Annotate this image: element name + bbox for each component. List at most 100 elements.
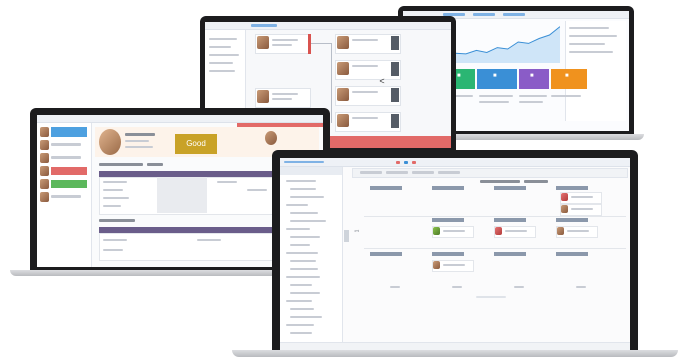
table-cell bbox=[247, 189, 267, 191]
tile-caption bbox=[551, 95, 581, 97]
tile-caption bbox=[519, 95, 547, 97]
column-header bbox=[432, 186, 464, 190]
tree-item[interactable] bbox=[286, 228, 310, 230]
sidebar-item[interactable] bbox=[209, 54, 239, 56]
avatar bbox=[40, 179, 49, 189]
org-card-name bbox=[272, 93, 298, 95]
dashboard-tile-orange[interactable]: ■ bbox=[551, 69, 587, 89]
table-cell bbox=[103, 205, 121, 207]
date-range-label bbox=[480, 180, 520, 183]
org-card-name bbox=[272, 39, 298, 41]
org-card-name bbox=[352, 117, 378, 119]
people-list-item[interactable] bbox=[51, 143, 81, 146]
dashboard-tile-purple[interactable]: ■ bbox=[519, 69, 549, 89]
profile-photo bbox=[99, 129, 121, 155]
avatar bbox=[40, 140, 49, 150]
table-cell bbox=[103, 239, 127, 241]
org-footer-bar bbox=[315, 136, 451, 148]
side-panel-line bbox=[569, 43, 605, 45]
org-accent-bar bbox=[308, 34, 311, 54]
dashboard-tile-blue[interactable]: ■ bbox=[477, 69, 517, 89]
avatar bbox=[337, 62, 349, 75]
people-list-item[interactable] bbox=[51, 156, 81, 159]
tile-icon: ■ bbox=[530, 73, 534, 79]
toolbar-button[interactable] bbox=[386, 171, 408, 174]
tree-item[interactable] bbox=[286, 300, 312, 302]
tree-item[interactable] bbox=[286, 276, 320, 278]
profile-detail bbox=[125, 146, 153, 148]
side-panel-line bbox=[569, 51, 613, 53]
tree-item[interactable] bbox=[286, 324, 314, 326]
row-label: 1 bbox=[354, 229, 361, 233]
org-card-tag bbox=[391, 114, 399, 128]
avatar bbox=[337, 114, 349, 127]
column-header bbox=[370, 186, 402, 190]
tree-item[interactable] bbox=[290, 260, 316, 262]
table-cell bbox=[103, 249, 123, 251]
topbar-action[interactable] bbox=[412, 161, 416, 164]
sidebar-item[interactable] bbox=[209, 38, 237, 40]
assignment-name bbox=[443, 230, 465, 232]
avatar bbox=[337, 88, 349, 101]
tile-icon: ■ bbox=[493, 73, 497, 79]
toolbar-button[interactable] bbox=[360, 171, 382, 174]
topbar-action[interactable] bbox=[404, 161, 408, 164]
dashboard-tab[interactable] bbox=[473, 13, 495, 16]
topbar-action[interactable] bbox=[396, 161, 400, 164]
status-bar bbox=[280, 342, 630, 350]
dashboard-tab[interactable] bbox=[503, 13, 525, 16]
toolbar-button[interactable] bbox=[438, 171, 460, 174]
avatar bbox=[40, 192, 49, 202]
sidebar-item[interactable] bbox=[209, 62, 233, 64]
org-connector bbox=[331, 43, 332, 123]
avatar bbox=[40, 127, 49, 137]
people-list-item[interactable] bbox=[51, 195, 81, 198]
tree-item[interactable] bbox=[290, 212, 318, 214]
column-header bbox=[370, 252, 402, 256]
tree-item[interactable] bbox=[290, 292, 320, 294]
people-list-item[interactable] bbox=[51, 180, 87, 188]
row-divider bbox=[364, 248, 626, 249]
column-header bbox=[494, 252, 526, 256]
tree-item[interactable] bbox=[290, 244, 310, 246]
avatar bbox=[40, 153, 49, 163]
sidebar-item[interactable] bbox=[209, 46, 231, 48]
topbar-logo bbox=[284, 161, 324, 163]
tree-item[interactable] bbox=[290, 284, 312, 286]
column-header bbox=[494, 218, 526, 222]
scheduler-screen: 1 bbox=[280, 158, 630, 350]
tree-item[interactable] bbox=[290, 220, 326, 222]
toolbar-button[interactable] bbox=[412, 171, 434, 174]
tree-item[interactable] bbox=[290, 268, 318, 270]
tree-item[interactable] bbox=[286, 180, 316, 182]
tree-item[interactable] bbox=[286, 252, 318, 254]
tree-item[interactable] bbox=[286, 204, 308, 206]
sidebar-item[interactable] bbox=[209, 70, 235, 72]
profile-name bbox=[125, 133, 155, 136]
org-tab[interactable] bbox=[251, 24, 277, 27]
org-card-tag bbox=[391, 62, 399, 76]
tile-caption bbox=[479, 95, 513, 97]
column-header bbox=[556, 186, 588, 190]
people-list-item[interactable] bbox=[51, 127, 87, 137]
assignment-name bbox=[567, 230, 589, 232]
nav-prev-button[interactable]: < bbox=[377, 76, 387, 86]
org-card-name bbox=[352, 39, 378, 41]
collapse-handle[interactable] bbox=[344, 230, 349, 242]
axis-tick bbox=[576, 286, 586, 288]
tree-item[interactable] bbox=[290, 188, 316, 190]
table-cell bbox=[103, 189, 123, 191]
tree-item[interactable] bbox=[290, 332, 312, 334]
rating-badge: Good bbox=[175, 134, 217, 154]
avatar bbox=[561, 193, 568, 201]
tree-item[interactable] bbox=[290, 308, 314, 310]
avatar bbox=[561, 205, 568, 213]
tile-icon: ■ bbox=[457, 73, 461, 79]
tree-item[interactable] bbox=[290, 196, 324, 198]
avatar bbox=[40, 166, 49, 176]
tree-item[interactable] bbox=[290, 236, 320, 238]
column-header bbox=[432, 218, 464, 222]
tree-item[interactable] bbox=[290, 316, 322, 318]
laptop-scheduler: 1 bbox=[232, 150, 678, 360]
people-list-item[interactable] bbox=[51, 167, 87, 175]
